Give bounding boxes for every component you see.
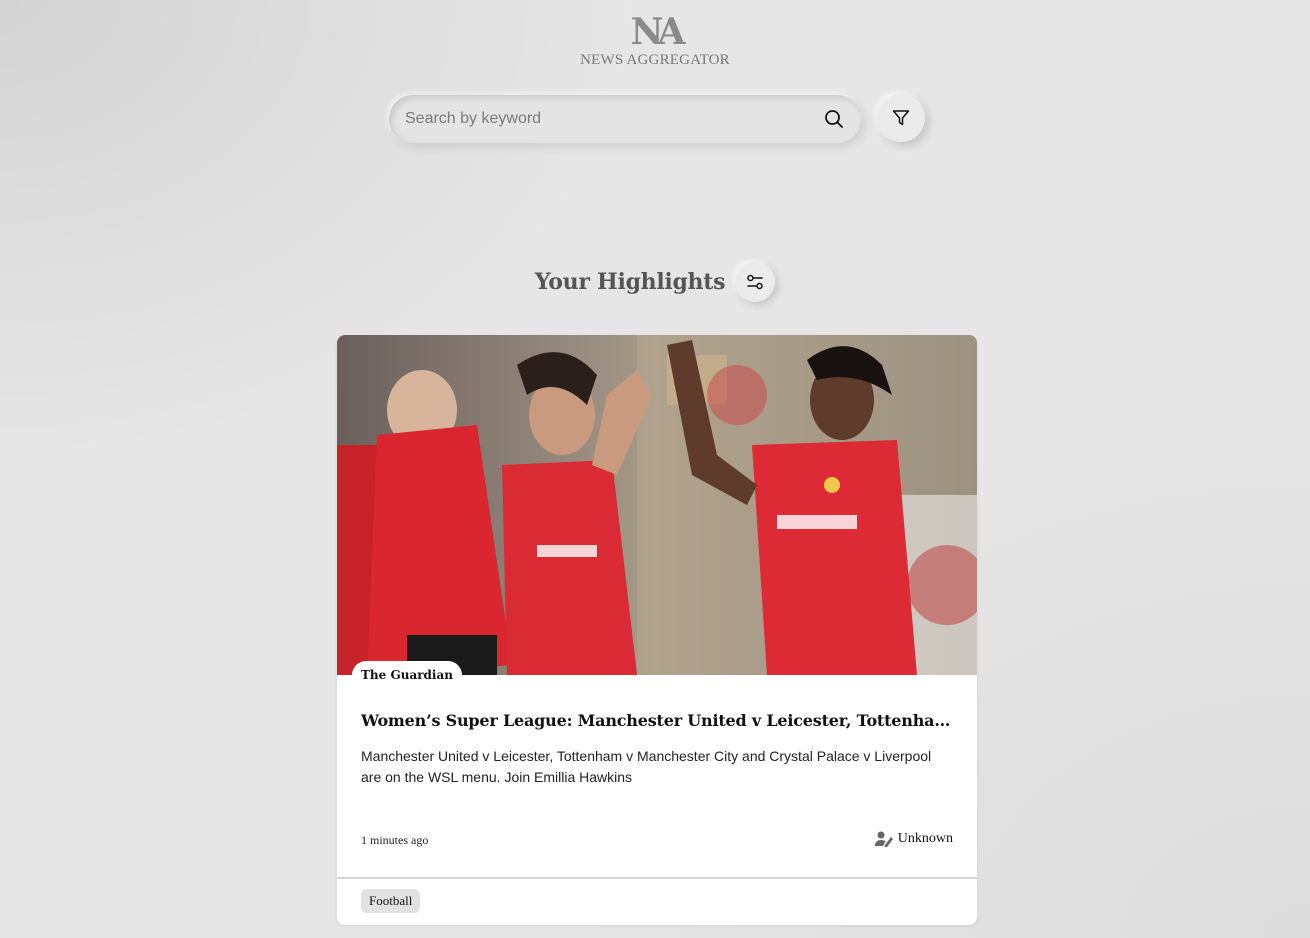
article-title[interactable]: Women’s Super League: Manchester United … — [361, 711, 953, 730]
filter-button[interactable] — [877, 94, 925, 142]
article-author: Unknown — [874, 831, 953, 847]
sliders-icon — [747, 274, 763, 290]
article-image[interactable] — [337, 335, 977, 675]
author-name: Unknown — [897, 831, 953, 846]
search-icon[interactable] — [823, 108, 845, 130]
filter-icon — [892, 110, 910, 126]
highlights-header: Your Highlights — [0, 262, 1310, 302]
card-divider — [337, 877, 977, 879]
search-bar — [389, 95, 861, 143]
person-icon — [874, 831, 893, 847]
highlights-title: Your Highlights — [534, 269, 726, 295]
site-logo[interactable]: NA NEWS AGGREGATOR — [0, 12, 1310, 69]
logo-text: NEWS AGGREGATOR — [580, 52, 730, 68]
article-card[interactable]: The Guardian Women’s Super League: Manch… — [337, 335, 977, 925]
source-badge: The Guardian — [352, 661, 462, 689]
search-input[interactable] — [405, 110, 823, 128]
article-time: 1 minutes ago — [361, 833, 429, 847]
logo-mark: NA — [630, 11, 686, 53]
preferences-button[interactable] — [735, 262, 776, 302]
tag-football[interactable]: Football — [361, 889, 421, 913]
article-description: Manchester United v Leicester, Tottenham… — [361, 748, 932, 785]
